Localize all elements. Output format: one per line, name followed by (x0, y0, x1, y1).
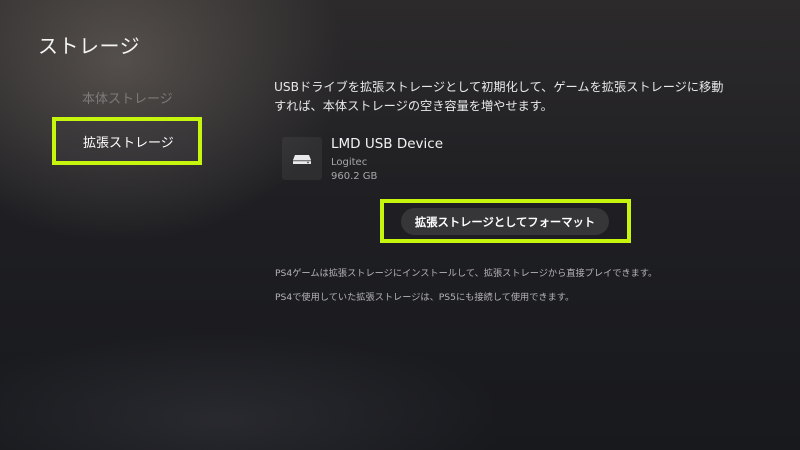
device-vendor: Logitec (331, 157, 368, 168)
format-extended-storage-button[interactable]: 拡張ストレージとしてフォーマット (401, 208, 609, 235)
usb-drive-icon (282, 137, 322, 180)
sidebar-item-label: 拡張ストレージ (83, 135, 174, 151)
sidebar-item-extended-storage[interactable]: 拡張ストレージ (52, 117, 202, 165)
usb-device-card: LMD USB Device Logitec 960.2 GB (282, 136, 444, 182)
device-size: 960.2 GB (331, 171, 378, 182)
sidebar-item-internal-storage[interactable]: 本体ストレージ (82, 88, 173, 107)
page-title: ストレージ (38, 34, 141, 58)
storage-description: USBドライブを拡張ストレージとして初期化して、ゲームを拡張ストレージに移動すれ… (274, 80, 724, 113)
note-ps4-storage: PS4で使用していた拡張ストレージは、PS5にも接続して使用できます。 (275, 292, 575, 303)
device-name: LMD USB Device (331, 136, 444, 152)
note-ps4-games: PS4ゲームは拡張ストレージにインストールして、拡張ストレージから直接プレイでき… (275, 268, 658, 279)
